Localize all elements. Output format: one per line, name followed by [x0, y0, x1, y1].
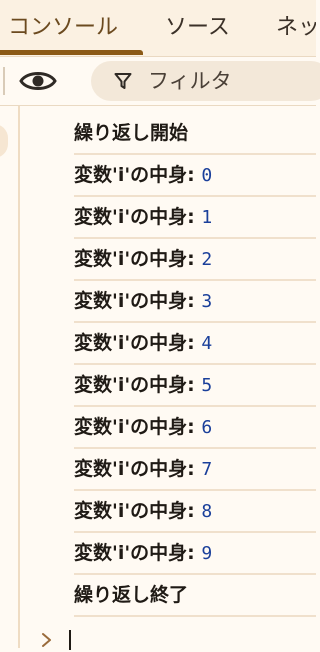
console-output[interactable]: 繰り返し開始 変数'i'の中身: 0 変数'i'の中身: 1 変数'i'の中身:…: [0, 106, 316, 650]
devtools-tabbar: コンソール ソース ネッ: [0, 0, 316, 57]
message-text: 変数'i'の中身:: [74, 248, 195, 270]
console-message: 変数'i'の中身: 8: [74, 491, 316, 533]
message-text: 変数'i'の中身:: [74, 290, 195, 312]
console-toolbar: フィルタ: [0, 57, 320, 106]
toolbar-divider: [3, 67, 5, 95]
tab-console[interactable]: コンソール: [8, 0, 118, 56]
text-caret: [69, 630, 71, 650]
chevron-right-icon: [42, 633, 51, 647]
message-value: 2: [201, 249, 213, 270]
message-value: 1: [201, 207, 213, 228]
message-text: 変数'i'の中身:: [74, 206, 195, 228]
message-value: 8: [201, 501, 213, 522]
message-text: 変数'i'の中身:: [74, 416, 195, 438]
console-message: 繰り返し終了: [74, 575, 316, 617]
console-message: 変数'i'の中身: 5: [74, 365, 316, 407]
funnel-icon: [114, 73, 132, 89]
console-message: 変数'i'の中身: 2: [74, 239, 316, 281]
message-text: 繰り返し開始: [74, 122, 189, 144]
message-value: 7: [201, 459, 213, 480]
message-text: 変数'i'の中身:: [74, 164, 195, 186]
message-text: 変数'i'の中身:: [74, 332, 195, 354]
message-text: 変数'i'の中身:: [74, 542, 195, 564]
live-expression-button[interactable]: [18, 65, 58, 97]
sidebar-toggle-handle[interactable]: [0, 124, 8, 158]
message-text: 変数'i'の中身:: [74, 458, 195, 480]
console-message: 繰り返し開始: [74, 113, 316, 155]
filter-placeholder: フィルタ: [148, 69, 232, 93]
message-text: 変数'i'の中身:: [74, 500, 195, 522]
console-sidebar-gutter: [0, 106, 20, 648]
console-message: 変数'i'の中身: 9: [74, 533, 316, 575]
eye-icon: [19, 72, 57, 90]
message-value: 6: [201, 417, 213, 438]
message-text: 変数'i'の中身:: [74, 374, 195, 396]
console-message: 変数'i'の中身: 0: [74, 155, 316, 197]
tab-network[interactable]: ネッ: [276, 0, 316, 56]
console-message: 変数'i'の中身: 7: [74, 449, 316, 491]
console-messages: 繰り返し開始 変数'i'の中身: 0 変数'i'の中身: 1 変数'i'の中身:…: [74, 113, 316, 617]
message-text: 繰り返し終了: [74, 584, 189, 606]
console-message: 変数'i'の中身: 4: [74, 323, 316, 365]
message-value: 5: [201, 375, 213, 396]
console-message: 変数'i'の中身: 3: [74, 281, 316, 323]
message-value: 3: [201, 291, 213, 312]
active-tab-indicator: [0, 50, 143, 55]
message-value: 0: [201, 165, 213, 186]
message-value: 9: [201, 543, 213, 564]
tab-sources[interactable]: ソース: [165, 0, 230, 56]
filter-input[interactable]: フィルタ: [91, 61, 320, 101]
console-message: 変数'i'の中身: 6: [74, 407, 316, 449]
message-value: 4: [201, 333, 213, 354]
console-prompt[interactable]: [40, 628, 80, 652]
console-message: 変数'i'の中身: 1: [74, 197, 316, 239]
